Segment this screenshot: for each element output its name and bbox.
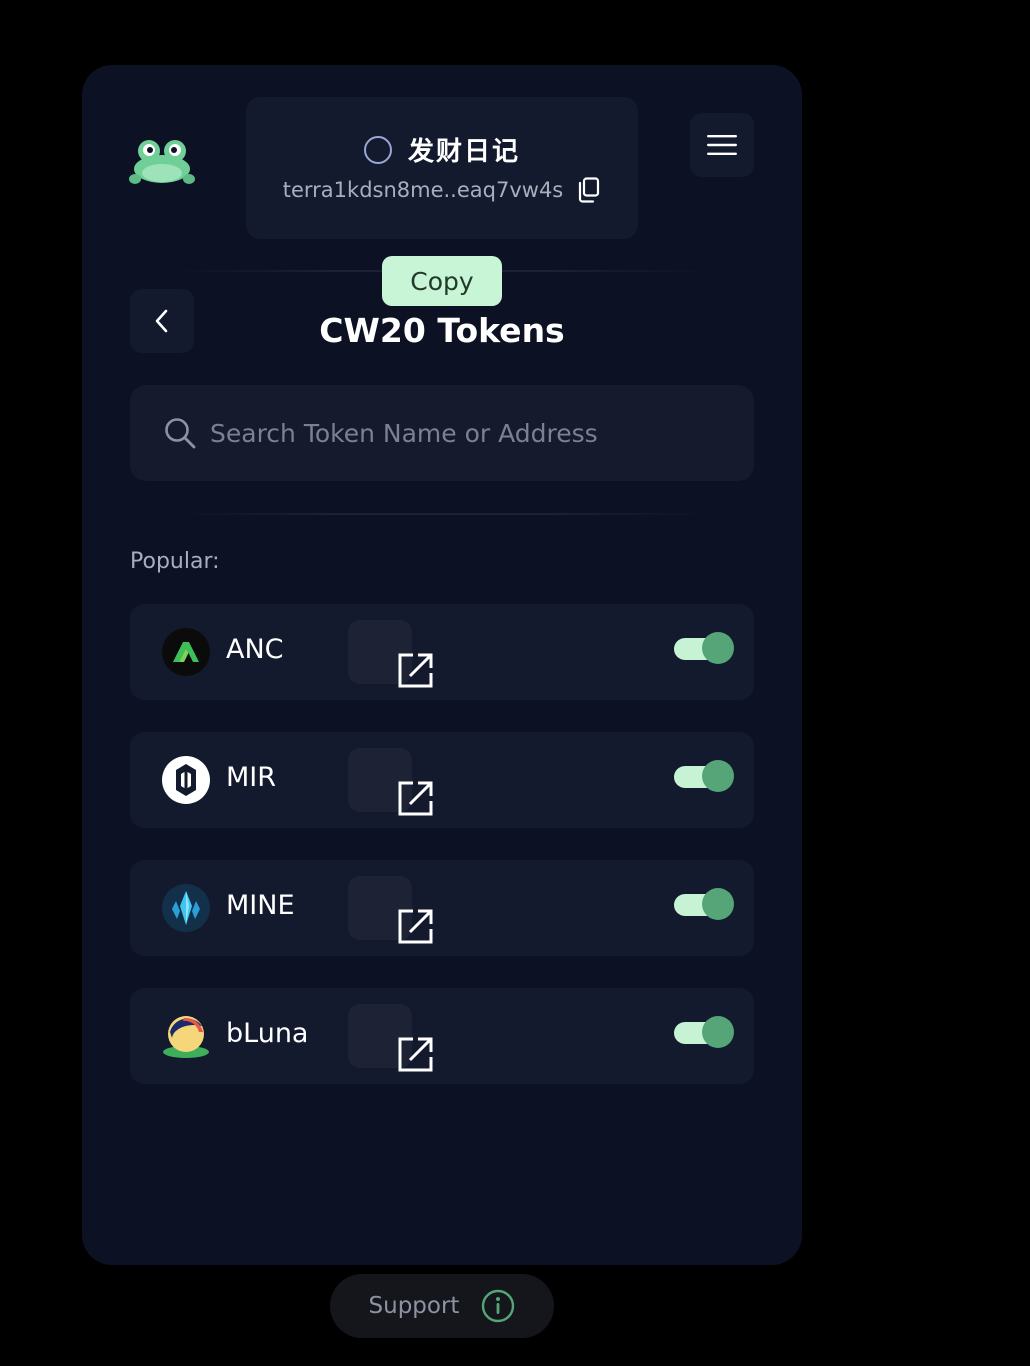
toggle-knob <box>702 1016 734 1048</box>
wallet-panel: 发财日记 terra1kdsn8me..eaq7vw4s Copy CW20 T… <box>82 65 802 1265</box>
search-divider <box>172 513 712 515</box>
external-link-icon <box>398 909 433 944</box>
token-name: ANC <box>226 634 284 665</box>
token-link-button[interactable] <box>348 1004 438 1076</box>
wallet-address: terra1kdsn8me..eaq7vw4s <box>282 178 564 202</box>
frog-logo-icon[interactable] <box>129 137 195 185</box>
token-link-button[interactable] <box>348 876 438 948</box>
external-link-icon <box>398 1037 433 1072</box>
support-label: Support <box>368 1293 460 1319</box>
mine-token-icon <box>162 884 210 932</box>
anc-token-icon <box>162 628 210 676</box>
token-toggle[interactable] <box>674 888 734 920</box>
token-toggle[interactable] <box>674 760 734 792</box>
wallet-avatar <box>363 135 392 164</box>
token-row-mine: MINE <box>130 860 754 956</box>
token-name: bLuna <box>226 1018 309 1049</box>
support-button[interactable]: Support <box>330 1274 554 1338</box>
token-link-button[interactable] <box>348 620 438 692</box>
wallet-address-row: terra1kdsn8me..eaq7vw4s <box>246 177 638 203</box>
wallet-name-row: 发财日记 <box>246 131 638 168</box>
info-icon <box>482 1289 515 1323</box>
hamburger-menu-icon <box>707 135 737 155</box>
token-row-bluna: bLuna <box>130 988 754 1084</box>
wallet-selector[interactable]: 发财日记 terra1kdsn8me..eaq7vw4s <box>246 97 638 239</box>
page-title: CW20 Tokens <box>319 311 565 350</box>
popular-label: Popular: <box>130 549 220 574</box>
bluna-token-icon <box>163 1016 209 1058</box>
copy-tooltip: Copy <box>382 256 502 306</box>
toggle-knob <box>702 632 734 664</box>
search-icon <box>165 418 196 449</box>
token-toggle[interactable] <box>674 1016 734 1048</box>
wallet-name: 发财日记 <box>407 137 520 167</box>
token-name: MIR <box>226 762 277 793</box>
external-link-icon <box>398 653 433 688</box>
external-link-icon <box>398 781 433 816</box>
search-bar[interactable] <box>130 385 754 481</box>
toggle-knob <box>702 760 734 792</box>
token-name: MINE <box>226 890 295 921</box>
token-row-mir: MIR <box>130 732 754 828</box>
token-link-button[interactable] <box>348 748 438 820</box>
mir-token-icon <box>162 756 210 804</box>
menu-button[interactable] <box>690 113 754 177</box>
token-toggle[interactable] <box>674 632 734 664</box>
token-row-anc: ANC <box>130 604 754 700</box>
toggle-knob <box>702 888 734 920</box>
copy-icon[interactable] <box>577 177 601 203</box>
search-input[interactable] <box>210 403 754 463</box>
